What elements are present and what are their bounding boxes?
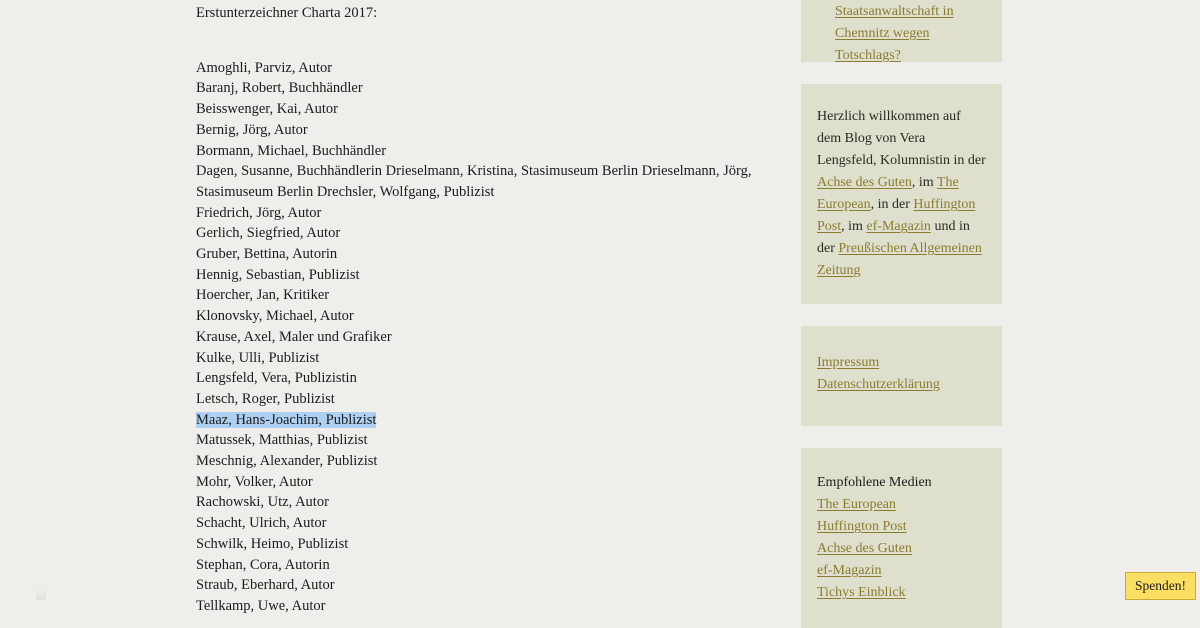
list-item: ef-Magazin — [817, 560, 986, 582]
media-link-the-european[interactable]: The European — [817, 497, 896, 512]
list-item: Baranj, Robert, Buchhändler — [196, 80, 363, 97]
list-item: Krause, Axel, Maler und Grafiker — [196, 328, 392, 345]
list-item: Achse des Guten — [817, 538, 986, 560]
list-item: Beisswenger, Kai, Autor — [196, 101, 338, 118]
link-impressum[interactable]: Impressum — [817, 355, 879, 370]
list-item: Stephan, Cora, Autorin — [196, 556, 330, 573]
donate-button[interactable]: Spenden! — [1125, 571, 1196, 600]
link-achse-des-guten[interactable]: Achse des Guten — [817, 175, 912, 190]
media-link-achse-des-guten[interactable]: Achse des Guten — [817, 541, 912, 556]
recent-posts-list: Warum ermittelt die Staatsanwaltschaft i… — [817, 0, 986, 67]
list-item: Tellkamp, Uwe, Autor — [196, 597, 326, 614]
selected-text-highlight: Maaz, Hans-Joachim, Publizist — [196, 411, 377, 428]
signatory-list: Amoghli, Parviz, Autor Baranj, Robert, B… — [196, 58, 756, 617]
list-item: The European — [817, 494, 986, 516]
sidebar: Warum ermittelt die Staatsanwaltschaft i… — [801, 0, 1002, 628]
list-item-selected: Maaz, Hans-Joachim, Publizist — [196, 410, 756, 431]
link-datenschutzerklaerung[interactable]: Datenschutzerklärung — [817, 377, 940, 392]
list-item: Warum ermittelt die Staatsanwaltschaft i… — [835, 0, 986, 67]
welcome-text-part1: Herzlich willkommen auf dem Blog von Ver… — [817, 109, 986, 168]
media-link-huffington-post[interactable]: Huffington Post — [817, 519, 907, 534]
list-item: Friedrich, Jörg, Autor — [196, 204, 322, 221]
page-edge-artifact — [36, 589, 46, 600]
list-item: Gruber, Bettina, Autorin — [196, 246, 338, 263]
list-item: Klonovsky, Michael, Autor — [196, 308, 354, 325]
widget-recent-posts: Warum ermittelt die Staatsanwaltschaft i… — [801, 0, 1002, 63]
list-item: Amoghli, Parviz, Autor — [196, 59, 333, 76]
list-item: Dagen, Susanne, Buchhändlerin Drieselman… — [196, 163, 752, 200]
list-item: Schwilk, Heimo, Publizist — [196, 535, 349, 552]
list-item: Letsch, Roger, Publizist — [196, 390, 335, 407]
list-item: Hennig, Sebastian, Publizist — [196, 266, 360, 283]
article-intro-text: Erstunterzeichner Charta 2017: — [196, 5, 378, 21]
recommended-media-link-list: The European Huffington Post Achse des G… — [817, 494, 986, 604]
welcome-text-part2: , im — [911, 175, 937, 190]
welcome-text-part4: , im — [841, 219, 867, 234]
widget-welcome: Herzlich willkommen auf dem Blog von Ver… — [801, 84, 1002, 304]
media-link-ef-magazin[interactable]: ef-Magazin — [817, 563, 882, 578]
list-item: Kulke, Ulli, Publizist — [196, 349, 320, 366]
widget-recommended-media: Empfohlene Medien The European Huffingto… — [801, 448, 1002, 628]
widget-legal: Impressum Datenschutzerklärung — [801, 326, 1002, 426]
recent-post-link[interactable]: Warum ermittelt die Staatsanwaltschaft i… — [835, 0, 954, 63]
list-item: Straub, Eberhard, Autor — [196, 577, 335, 594]
media-link-tichys-einblick[interactable]: Tichys Einblick — [817, 585, 906, 600]
list-item: Tichys Einblick — [817, 582, 986, 604]
list-item: Bernig, Jörg, Autor — [196, 121, 308, 138]
list-item: Hoercher, Jan, Kritiker — [196, 287, 330, 304]
link-preussische-allgemeine-zeitung[interactable]: Preußischen Allgemeinen Zeitung — [817, 241, 982, 278]
list-item: Schacht, Ulrich, Autor — [196, 515, 327, 532]
list-item: Matussek, Matthias, Publizist — [196, 432, 368, 449]
list-item: Meschnig, Alexander, Publizist — [196, 453, 378, 470]
list-item: Huffington Post — [817, 516, 986, 538]
list-item: Gerlich, Siegfried, Autor — [196, 225, 341, 242]
list-item: Impressum — [817, 352, 986, 374]
list-item: Bormann, Michael, Buchhändler — [196, 142, 387, 159]
list-item: Rachowski, Utz, Autor — [196, 494, 329, 511]
welcome-text-part3: , in der — [870, 197, 914, 212]
welcome-text: Herzlich willkommen auf dem Blog von Ver… — [817, 106, 986, 282]
widget-heading-recommended-media: Empfohlene Medien — [817, 475, 932, 490]
list-item: Lengsfeld, Vera, Publizistin — [196, 370, 357, 387]
link-ef-magazin[interactable]: ef-Magazin — [866, 219, 931, 234]
legal-link-list: Impressum Datenschutzerklärung — [817, 352, 986, 396]
list-item: Mohr, Volker, Autor — [196, 473, 313, 490]
article-content: Erstunterzeichner Charta 2017: Amoghli, … — [196, 0, 756, 617]
list-item: Datenschutzerklärung — [817, 374, 986, 396]
